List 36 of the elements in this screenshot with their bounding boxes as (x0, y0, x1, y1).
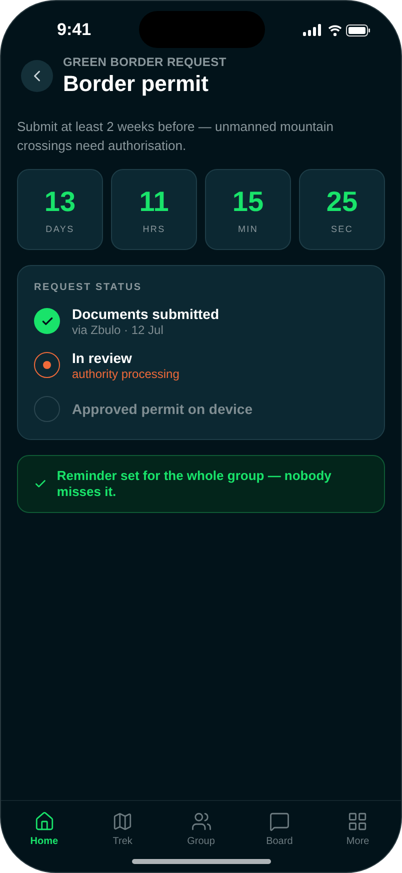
tab-item[interactable]: More (318, 811, 398, 872)
tab-item[interactable]: Home (5, 811, 84, 872)
chat-icon (268, 811, 290, 832)
page-title: Border permit (63, 71, 210, 97)
countdown-unit: MIN (238, 224, 258, 234)
status-time: 9:41 (57, 20, 92, 40)
countdown-value: 25 (326, 186, 358, 218)
countdown-unit: HRS (142, 224, 166, 234)
description-text: Submit at least 2 weeks before — unmanned mountain crossings need authorisation. (17, 118, 335, 155)
countdown-value: 13 (44, 186, 76, 218)
step-title: Approved permit on device (72, 401, 252, 417)
card-heading: REQUEST STATUS (34, 282, 143, 293)
battery-icon (346, 24, 370, 36)
step-detail: via Zbulo · 12 Jul (72, 322, 164, 336)
pending-icon (34, 396, 60, 422)
reminder-text: Reminder set for the whole group — nobody misses it. (56, 468, 332, 500)
wifi-icon (328, 24, 342, 36)
people-icon (190, 811, 212, 832)
countdown-value: 11 (139, 186, 169, 218)
step-title: Documents submitted (72, 306, 220, 322)
tab-item[interactable]: Board (240, 811, 319, 872)
progress-icon (34, 352, 60, 378)
check-icon (34, 308, 60, 334)
back-button[interactable] (21, 60, 53, 92)
grid-icon (347, 811, 368, 832)
countdown-value: 15 (232, 186, 264, 218)
map-icon (112, 811, 134, 832)
house-icon (34, 811, 55, 832)
signal-icon (303, 24, 321, 36)
countdown-unit: DAYS (46, 224, 74, 234)
step-detail: authority processing (72, 366, 180, 380)
tab-item[interactable]: Trek (83, 811, 162, 872)
eyebrow-label: GREEN BORDER REQUEST (63, 55, 226, 69)
tab-item[interactable]: Group (162, 811, 240, 872)
countdown-unit: SEC (330, 224, 354, 234)
step-title: In review (72, 350, 133, 366)
